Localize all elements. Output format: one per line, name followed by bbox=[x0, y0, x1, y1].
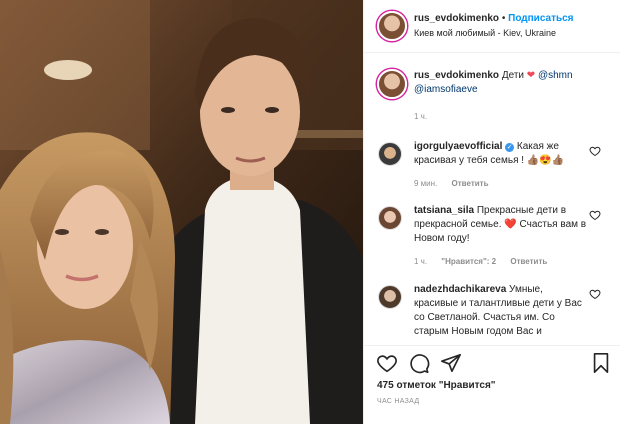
commenter-avatar[interactable] bbox=[378, 206, 402, 230]
red-heart-emoji: ❤ bbox=[526, 70, 536, 81]
comment-time[interactable]: 9 мин. bbox=[414, 179, 437, 188]
heart-icon[interactable] bbox=[376, 352, 398, 374]
comment-emoji: 👍🏽😍👍🏽 bbox=[526, 155, 565, 166]
author-avatar[interactable] bbox=[377, 11, 407, 41]
comments-area: rus_evdokimenko Дети ❤ @shmn @iamsofiaev… bbox=[364, 54, 620, 344]
comment-time[interactable]: 1 ч. bbox=[414, 257, 427, 266]
post-header: rus_evdokimenko • Подписаться Киев мой л… bbox=[364, 0, 620, 53]
instagram-post: rus_evdokimenko • Подписаться Киев мой л… bbox=[0, 0, 620, 424]
caption-body: Дети bbox=[501, 70, 524, 81]
caption-text: rus_evdokimenko Дети ❤ @shmn @iamsofiaev… bbox=[414, 69, 589, 97]
caption-meta: 1 ч. bbox=[414, 112, 439, 121]
caption-mention-1[interactable]: @shmn bbox=[538, 70, 573, 81]
caption-author-avatar[interactable] bbox=[377, 69, 407, 99]
reply-button[interactable]: Ответить bbox=[452, 179, 489, 188]
separator-dot: • bbox=[501, 13, 506, 24]
caption-time[interactable]: 1 ч. bbox=[414, 112, 427, 121]
post-sidebar: rus_evdokimenko • Подписаться Киев мой л… bbox=[363, 0, 620, 424]
comment-text: nadezhdachikareva Умные, красивые и тала… bbox=[414, 283, 589, 339]
verified-badge-icon: ✓ bbox=[505, 143, 515, 152]
bookmark-icon[interactable] bbox=[590, 352, 612, 374]
small-heart-icon[interactable] bbox=[589, 288, 601, 300]
small-heart-icon[interactable] bbox=[589, 209, 601, 221]
commenter-avatar[interactable] bbox=[378, 142, 402, 166]
commenter-avatar[interactable] bbox=[378, 285, 402, 309]
comment-likes[interactable]: "Нравится": 2 bbox=[441, 257, 496, 266]
comment-author[interactable]: igorgulyaevofficial bbox=[414, 141, 502, 152]
caption-mention-2[interactable]: @iamsofiaeve bbox=[414, 84, 478, 95]
header-line: rus_evdokimenko • Подписаться bbox=[414, 13, 574, 24]
author-username[interactable]: rus_evdokimenko bbox=[414, 13, 499, 24]
post-timestamp[interactable]: ЧАС НАЗАД bbox=[377, 398, 419, 405]
photo-illustration bbox=[0, 0, 363, 424]
comment-text: tatsiana_sila Прекрасные дети в прекрасн… bbox=[414, 204, 589, 246]
location-link[interactable]: Киев мой любимый - Kiev, Ukraine bbox=[414, 28, 556, 38]
likes-count[interactable]: 475 отметок "Нравится" bbox=[377, 380, 496, 391]
comment-meta: 1 ч. "Нравится": 2 Ответить bbox=[414, 257, 559, 266]
red-heart-emoji: ❤️ bbox=[504, 219, 517, 230]
post-photo[interactable] bbox=[0, 0, 363, 424]
share-icon[interactable] bbox=[440, 352, 462, 374]
comment-icon[interactable] bbox=[408, 352, 430, 374]
follow-button[interactable]: Подписаться bbox=[508, 13, 573, 24]
post-actions: 475 отметок "Нравится" ЧАС НАЗАД bbox=[364, 345, 620, 424]
comment-author[interactable]: tatsiana_sila bbox=[414, 205, 474, 216]
comment-author[interactable]: nadezhdachikareva bbox=[414, 284, 506, 295]
reply-button[interactable]: Ответить bbox=[510, 257, 547, 266]
small-heart-icon[interactable] bbox=[589, 145, 601, 157]
comment-meta: 9 мин. Ответить bbox=[414, 179, 500, 188]
comment-text: igorgulyaevofficial ✓ Какая же красивая … bbox=[414, 140, 589, 168]
caption-author[interactable]: rus_evdokimenko bbox=[414, 70, 499, 81]
